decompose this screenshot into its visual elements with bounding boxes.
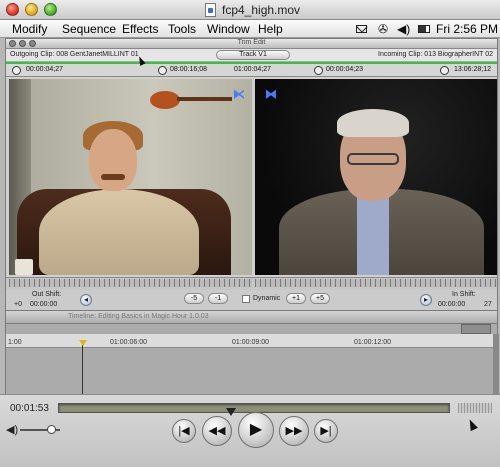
incoming-scrubber[interactable] bbox=[255, 279, 497, 287]
incoming-person-shirt bbox=[357, 195, 389, 275]
sync-icon[interactable]: ✇ bbox=[378, 22, 392, 36]
menu-modify[interactable]: Modify bbox=[12, 22, 47, 36]
trim-edit-header: Trim Edit bbox=[6, 39, 497, 49]
out-duration-timecode[interactable]: 00:00:04;27 bbox=[26, 66, 63, 73]
menu-effects[interactable]: Effects bbox=[122, 22, 158, 36]
ukulele-neck-image bbox=[177, 97, 232, 101]
mail-icon[interactable] bbox=[356, 25, 367, 33]
in-shift-time: 00:00:00 bbox=[438, 301, 466, 308]
track-selector[interactable]: Track V1 bbox=[216, 50, 290, 60]
outgoing-clip-viewer[interactable]: ⧔ bbox=[9, 79, 252, 275]
volume-knob[interactable] bbox=[47, 425, 57, 434]
in-duration-timecode[interactable]: 00:00:04;23 bbox=[326, 66, 363, 73]
movie-file-icon bbox=[205, 3, 216, 17]
quicktime-controller: 00:01:53 ◀) |◀ ◀◀ ▶ ▶▶ ▶| bbox=[0, 394, 500, 467]
close-window-button[interactable] bbox=[6, 3, 19, 16]
play-button[interactable]: ▶ bbox=[238, 412, 274, 448]
trim-minus1-button[interactable]: -1 bbox=[208, 293, 228, 304]
outgoing-clip-label: Outgoing Clip: 008 GentJanetMILLINT 01 bbox=[10, 51, 139, 58]
timeline-header: Timeline: Editing Basics in Magic Hour 1… bbox=[5, 310, 498, 324]
menubar-clock[interactable]: Fri 2:56 PM bbox=[436, 22, 498, 36]
out-position-timecode[interactable]: 08:00:16;08 bbox=[170, 66, 207, 73]
in-shift-label: In Shift: bbox=[452, 291, 476, 298]
in-position-timecode[interactable]: 13:06:28;12 bbox=[454, 66, 491, 73]
outgoing-scrubber[interactable] bbox=[9, 279, 252, 287]
window-title: fcp4_high.mov bbox=[222, 3, 301, 17]
clip-info-row: Outgoing Clip: 008 GentJanetMILLINT 01 T… bbox=[6, 49, 497, 62]
timecode-row: 00:00:04;27 08:00:16;08 01:00:04;27 00:0… bbox=[6, 64, 497, 77]
timeline-tick-label: 01:00:12:00 bbox=[354, 339, 391, 346]
outgoing-person-body bbox=[39, 189, 199, 275]
out-shift-time: 00:00:00 bbox=[30, 301, 58, 308]
trim-plus5-button[interactable]: +5 bbox=[310, 293, 330, 304]
incoming-clip-viewer[interactable]: ⧓ bbox=[255, 79, 497, 275]
coffee-cup-image bbox=[15, 259, 33, 275]
resize-grip[interactable] bbox=[458, 403, 492, 413]
in-shift-next-button[interactable]: ▸ bbox=[420, 294, 432, 306]
trim-edit-window: Trim Edit Outgoing Clip: 008 GentJanetMI… bbox=[5, 38, 498, 308]
fast-forward-button[interactable]: ▶▶ bbox=[279, 416, 309, 446]
out-point-marker-icon: ⧔ bbox=[233, 87, 245, 101]
timeline-view-buttons[interactable] bbox=[461, 324, 491, 334]
speaker-icon[interactable]: ◀) bbox=[397, 22, 413, 36]
incoming-clip-label: Incoming Clip: 013 BiographerINT 02 bbox=[378, 51, 494, 58]
out-shift-prev-button[interactable]: ◂ bbox=[80, 294, 92, 306]
out-shift-label: Out Shift: bbox=[32, 291, 62, 298]
shift-controls-row: Out Shift: +0 00:00:00 ◂ -5 -1 Dynamic +… bbox=[5, 290, 498, 310]
timeline-scrollbar[interactable] bbox=[493, 334, 499, 394]
timeline-area[interactable]: 1:00 01:00:06:00 01:00:09:00 01:00:12:00 bbox=[5, 324, 499, 394]
outgoing-person-mustache bbox=[101, 174, 125, 180]
dynamic-checkbox[interactable] bbox=[242, 295, 250, 303]
center-timecode[interactable]: 01:00:04;27 bbox=[234, 66, 271, 73]
menu-tools[interactable]: Tools bbox=[168, 22, 196, 36]
incoming-person-hair bbox=[337, 109, 409, 137]
trim-plus1-button[interactable]: +1 bbox=[286, 293, 306, 304]
in-duration-clock-icon bbox=[314, 66, 323, 75]
qt-title-bar: fcp4_high.mov bbox=[0, 0, 500, 20]
trim-minus5-button[interactable]: -5 bbox=[184, 293, 204, 304]
out-shift-value: +0 bbox=[14, 301, 22, 308]
timeline-tick-label: 01:00:06:00 bbox=[110, 339, 147, 346]
in-position-clock-icon bbox=[440, 66, 449, 75]
timeline-tick-label: 1:00 bbox=[8, 339, 22, 346]
in-shift-frames: 27 bbox=[484, 301, 492, 308]
go-to-start-button[interactable]: |◀ bbox=[172, 419, 196, 443]
outgoing-person-face bbox=[89, 129, 137, 191]
menu-sequence[interactable]: Sequence bbox=[62, 22, 116, 36]
menu-help[interactable]: Help bbox=[258, 22, 283, 36]
volume-icon: ◀) bbox=[6, 424, 19, 436]
out-position-clock-icon bbox=[158, 66, 167, 75]
go-to-end-button[interactable]: ▶| bbox=[314, 419, 338, 443]
menu-window[interactable]: Window bbox=[207, 22, 250, 36]
mouse-cursor-icon bbox=[466, 417, 478, 432]
rewind-button[interactable]: ◀◀ bbox=[202, 416, 232, 446]
timeline-tick-label: 01:00:09:00 bbox=[232, 339, 269, 346]
minimize-window-button[interactable] bbox=[25, 3, 38, 16]
dynamic-label: Dynamic bbox=[253, 295, 281, 302]
trim-edit-title: Trim Edit bbox=[237, 39, 266, 46]
menu-bar: Modify Sequence Effects Tools Window Hel… bbox=[0, 20, 500, 38]
zoom-window-button[interactable] bbox=[44, 3, 57, 16]
battery-icon[interactable] bbox=[418, 25, 430, 33]
ukulele-image bbox=[150, 91, 180, 109]
playhead-marker-icon[interactable] bbox=[79, 340, 87, 346]
in-point-marker-icon: ⧓ bbox=[265, 87, 277, 101]
current-time-display: 00:01:53 bbox=[10, 403, 49, 414]
timeline-title: Timeline: Editing Basics in Magic Hour 1… bbox=[68, 313, 209, 320]
out-duration-clock-icon bbox=[12, 66, 21, 75]
incoming-person-glasses bbox=[347, 153, 399, 165]
playhead-thumb-icon[interactable] bbox=[225, 408, 236, 416]
timeline-playhead[interactable] bbox=[82, 342, 83, 394]
